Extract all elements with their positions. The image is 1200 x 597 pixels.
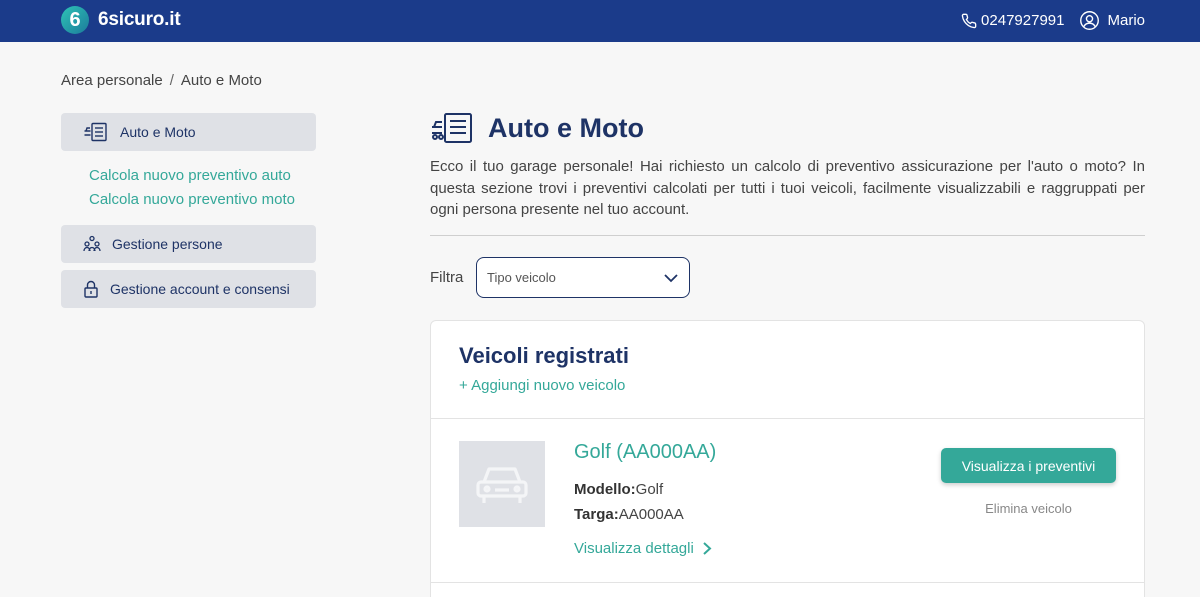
plate-label: Targa:: [574, 506, 619, 523]
car-icon: [476, 467, 528, 503]
breadcrumb-separator: /: [169, 72, 174, 89]
sidebar-item-label: Auto e Moto: [120, 124, 196, 140]
view-quotes-button[interactable]: Visualizza i preventivi: [941, 448, 1116, 483]
lock-icon: [84, 280, 98, 298]
divider: [431, 418, 1144, 419]
details-label: Visualizza dettagli: [574, 540, 694, 557]
phone-number: 0247927991: [981, 12, 1065, 29]
card-title: Veicoli registrati: [459, 343, 629, 368]
breadcrumb: Area personale / Auto e Moto: [61, 72, 262, 89]
phone-link[interactable]: 0247927991: [961, 12, 1064, 29]
sidebar-item-label: Gestione persone: [112, 236, 223, 252]
filter-label: Filtra: [430, 269, 464, 286]
logo-badge: 6: [61, 6, 89, 34]
page-intro: Ecco il tuo garage personale! Hai richie…: [430, 158, 1145, 218]
vehicle-model: Modello:Golf: [574, 481, 663, 498]
breadcrumb-current: Auto e Moto: [180, 72, 262, 89]
logo[interactable]: 6 6sicuro.it: [61, 6, 181, 34]
car-doc-icon: [84, 122, 107, 142]
phone-icon: [961, 13, 977, 28]
divider: [431, 582, 1144, 583]
vehicle-plate: Targa:AA000AA: [574, 506, 684, 523]
vehicle-thumbnail: [459, 441, 545, 527]
sidebar-item-gestione-persone[interactable]: Gestione persone: [61, 225, 316, 263]
vehicle-type-select[interactable]: Tipo veicolo: [476, 257, 690, 298]
vehicles-card: Veicoli registrati + Aggiungi nuovo veic…: [430, 320, 1145, 597]
select-placeholder: Tipo veicolo: [487, 270, 556, 285]
page-title: Auto e Moto: [488, 112, 644, 143]
logo-text: 6sicuro.it: [98, 9, 181, 30]
delete-vehicle-link[interactable]: Elimina veicolo: [941, 501, 1116, 516]
user-icon: [1080, 11, 1100, 30]
top-navbar: 6 6sicuro.it 0247927991 Mario: [0, 0, 1200, 42]
chevron-right-icon: [703, 542, 712, 555]
people-icon: [83, 235, 101, 252]
chevron-down-icon: [664, 273, 678, 282]
divider: [430, 235, 1145, 236]
sidebar-item-label: Gestione account e consensi: [110, 281, 290, 297]
link-calcola-auto[interactable]: Calcola nuovo preventivo auto: [89, 167, 291, 184]
breadcrumb-root[interactable]: Area personale: [61, 72, 163, 89]
user-menu[interactable]: Mario: [1079, 10, 1145, 31]
vehicle-title: Golf (AA000AA): [574, 441, 717, 463]
header-right: 0247927991 Mario: [961, 10, 1145, 31]
model-label: Modello:: [574, 481, 636, 498]
link-calcola-moto[interactable]: Calcola nuovo preventivo moto: [89, 191, 295, 208]
model-value: Golf: [635, 481, 664, 498]
user-name: Mario: [1107, 12, 1145, 29]
sidebar-item-gestione-account[interactable]: Gestione account e consensi: [61, 270, 316, 308]
car-doc-icon: [432, 113, 472, 143]
vehicle-details-link[interactable]: Visualizza dettagli: [574, 540, 712, 557]
page-header: Auto e Moto: [430, 112, 644, 144]
plate-value: AA000AA: [618, 506, 684, 523]
add-vehicle-link[interactable]: + Aggiungi nuovo veicolo: [459, 377, 625, 394]
sidebar-item-auto-moto[interactable]: Auto e Moto: [61, 113, 316, 151]
